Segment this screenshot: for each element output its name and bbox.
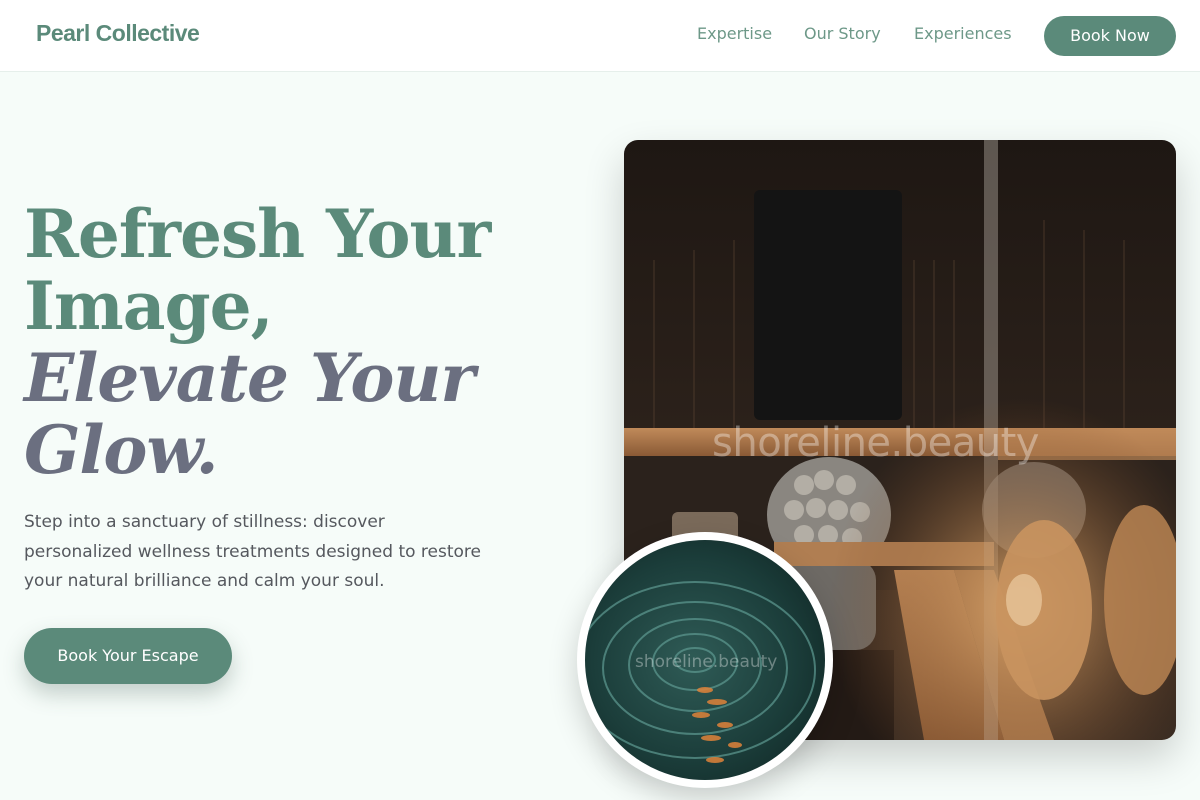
nav-our-story[interactable]: Our Story (804, 24, 881, 43)
hero-title-line-2: Image, (24, 267, 274, 345)
logo[interactable]: Pearl Collective (36, 20, 200, 47)
site-header: Pearl Collective Expertise Our Story Exp… (0, 0, 1200, 72)
nav-experiences[interactable]: Experiences (914, 24, 1012, 43)
hero-description: Step into a sanctuary of stillness: disc… (24, 512, 482, 591)
hero-title: Refresh Your Image, Elevate Your Glow. (24, 198, 584, 486)
hero-title-line-3: Elevate Your (24, 339, 475, 417)
water-image: shoreline.beauty (585, 540, 825, 780)
nav-expertise[interactable]: Expertise (697, 24, 772, 43)
hero-title-line-4: Glow. (24, 411, 219, 489)
circle-image-watermark: shoreline.beauty (635, 652, 778, 672)
hero-title-line-1: Refresh Your (24, 195, 491, 273)
book-now-button[interactable]: Book Now (1044, 16, 1176, 56)
book-your-escape-button[interactable]: Book Your Escape (24, 628, 232, 684)
water-image-frame: shoreline.beauty (577, 532, 833, 788)
